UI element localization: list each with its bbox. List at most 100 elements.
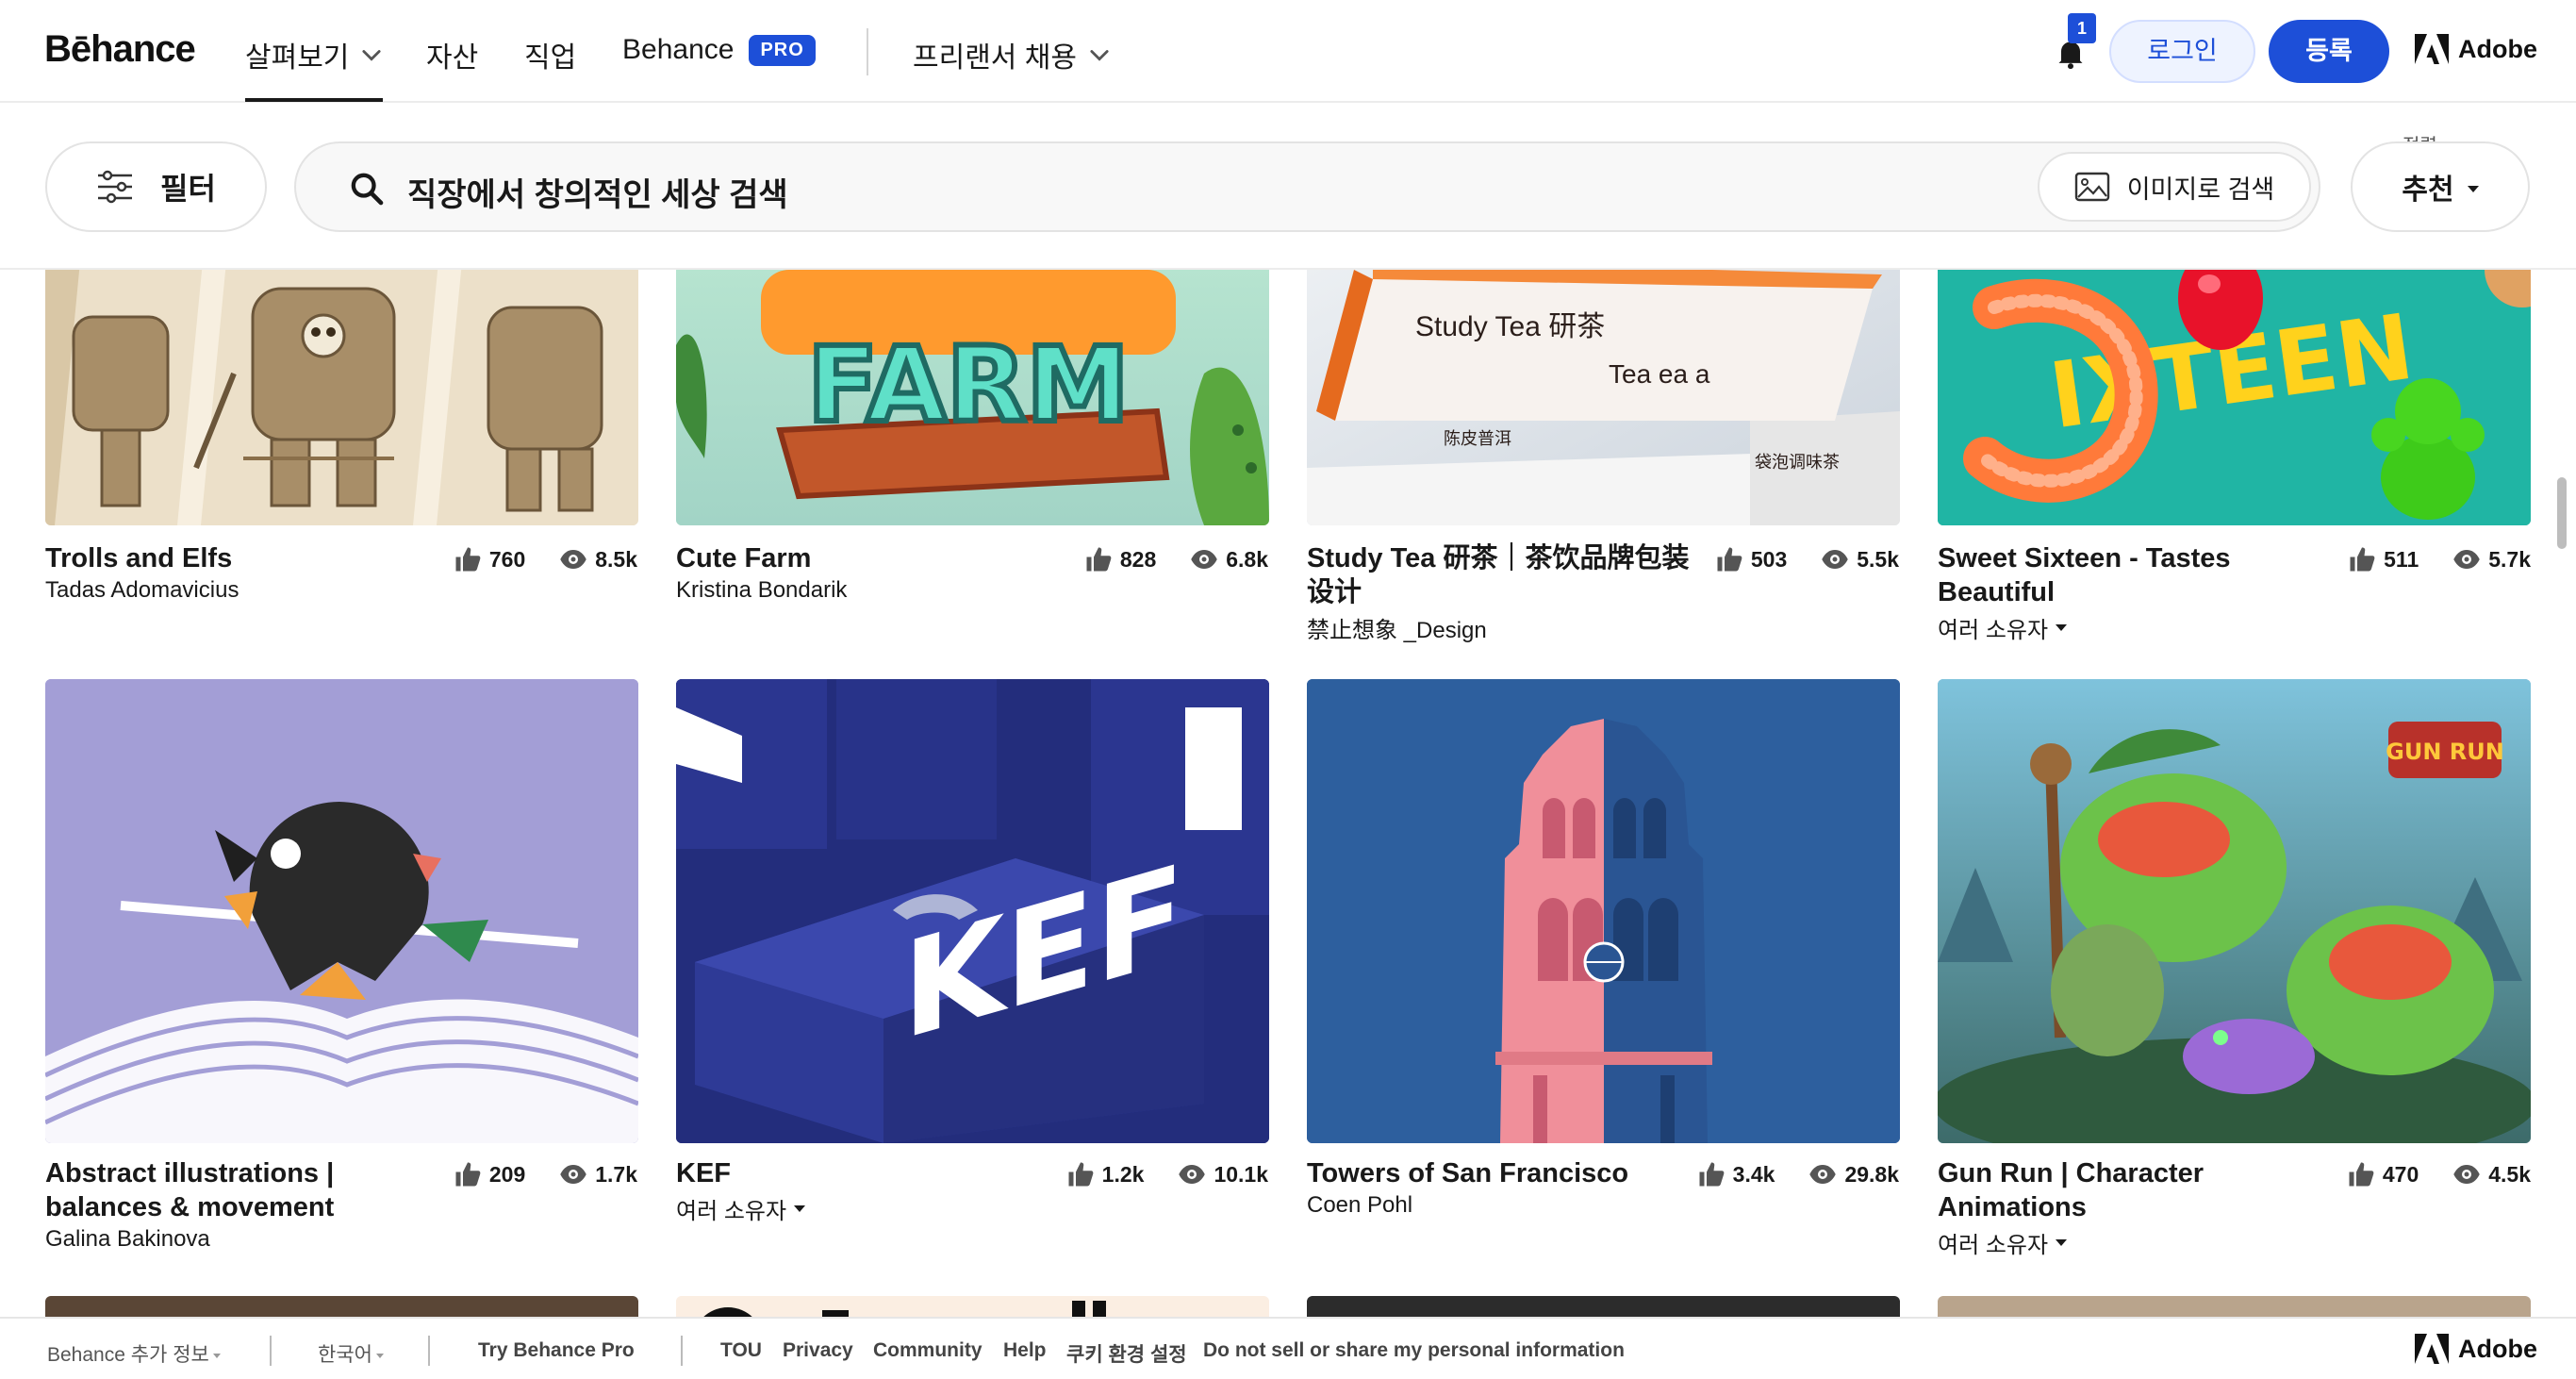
- project-owner[interactable]: Galina Bakinova: [45, 1226, 210, 1253]
- nav-explore-label: 살펴보기: [245, 42, 350, 74]
- project-title[interactable]: Sweet Sixteen - Tastes Beautiful: [1938, 541, 2334, 609]
- footer: Behance 추가 정보 한국어 Try Behance Pro TOU Pr…: [0, 1317, 2576, 1379]
- sort-dropdown[interactable]: 추천: [2351, 141, 2530, 232]
- project-thumbnail[interactable]: KEF: [676, 679, 1269, 1143]
- appreciation-count: 209: [488, 1161, 526, 1187]
- owner-name: 여러 소유자: [1938, 618, 2049, 643]
- footer-community[interactable]: Community: [873, 1339, 983, 1362]
- study-tea-label: Study Tea 研茶: [1415, 311, 1605, 342]
- thumbs-up-icon: [455, 1162, 481, 1187]
- project-gallery: FARM Study Tea 研茶 Tea ea a 陈皮普洱 袋泡调味茶 IX…: [0, 270, 2576, 1317]
- study-tea-artwork: Study Tea 研茶 Tea ea a 陈皮普洱 袋泡调味茶: [1307, 270, 1900, 525]
- sweet-sixteen-artwork: IXTEEN: [1938, 270, 2531, 525]
- footer-help[interactable]: Help: [1003, 1339, 1047, 1362]
- footer-separator: [270, 1336, 272, 1366]
- project-title[interactable]: Trolls and Elfs: [45, 541, 441, 575]
- adobe-logo-icon: [2415, 1334, 2449, 1364]
- project-title[interactable]: Study Tea 研茶｜茶饮品牌包装设计: [1307, 541, 1712, 609]
- towers-of-sf-artwork: [1307, 679, 1900, 1143]
- behance-logo[interactable]: Bēhance: [44, 28, 196, 71]
- view-count: 10.1k: [1214, 1161, 1268, 1187]
- view-count: 1.7k: [595, 1161, 637, 1187]
- top-navigation: Bēhance 살펴보기 자산 직업 Behance PRO 프리랜서 채용 1…: [0, 0, 2576, 103]
- footer-privacy[interactable]: Privacy: [783, 1339, 853, 1362]
- footer-separator: [428, 1336, 430, 1366]
- owner-name: 禁止想象 _Design: [1307, 618, 1487, 643]
- nav-jobs[interactable]: 직업: [524, 34, 576, 75]
- project-thumbnail[interactable]: GUN RUN: [1938, 679, 2531, 1143]
- scrollbar-thumb[interactable]: [2557, 477, 2567, 549]
- nav-assets[interactable]: 자산: [426, 34, 478, 75]
- nav-freelance-label: 프리랜서 채용: [913, 42, 1077, 74]
- project-title[interactable]: Abstract illustrations | balances & move…: [45, 1156, 451, 1224]
- owner-name: Galina Bakinova: [45, 1226, 210, 1252]
- project-stats: 470 4.5k: [2347, 1160, 2531, 1188]
- eye-icon: [560, 1165, 586, 1184]
- project-thumbnail[interactable]: [1938, 1296, 2531, 1317]
- multiple-owners-dropdown[interactable]: 여러 소유자: [1938, 611, 2068, 644]
- owner-name: Kristina Bondarik: [676, 577, 848, 603]
- footer-tou[interactable]: TOU: [720, 1339, 762, 1362]
- eye-icon: [560, 550, 586, 569]
- project-title[interactable]: Cute Farm: [676, 541, 1072, 575]
- notification-badge: 1: [2068, 13, 2096, 43]
- project-owner[interactable]: Coen Pohl: [1307, 1192, 1412, 1219]
- project-owner[interactable]: Tadas Adomavicius: [45, 577, 239, 604]
- chevron-down-icon: [362, 50, 381, 61]
- footer-language[interactable]: 한국어: [318, 1339, 384, 1368]
- nav-behance-label: Behance: [622, 34, 735, 65]
- project-thumbnail[interactable]: FARM: [676, 270, 1269, 525]
- nav-assets-label: 자산: [426, 42, 479, 74]
- footer-language-label: 한국어: [318, 1344, 372, 1366]
- project-thumbnail[interactable]: IXTEEN: [1938, 270, 2531, 525]
- project-thumbnail[interactable]: [45, 1296, 638, 1317]
- nav-divider: [867, 28, 868, 75]
- pro-badge: PRO: [749, 34, 816, 66]
- caret-down-icon: [2467, 185, 2479, 192]
- gun-run-artwork: GUN RUN: [1938, 679, 2531, 1143]
- filter-button[interactable]: 필터: [45, 141, 267, 232]
- view-count: 4.5k: [2488, 1161, 2531, 1187]
- footer-adobe-link[interactable]: Adobe: [2415, 1334, 2537, 1364]
- project-thumbnail[interactable]: Study Tea 研茶 Tea ea a 陈皮普洱 袋泡调味茶: [1307, 270, 1900, 525]
- search-input[interactable]: 직장에서 창의적인 세상 검색 이미지로 검색: [294, 141, 2320, 232]
- project-thumbnail[interactable]: [45, 270, 638, 525]
- multiple-owners-dropdown[interactable]: 여러 소유자: [676, 1192, 806, 1225]
- image-search-button[interactable]: 이미지로 검색: [2038, 152, 2311, 222]
- image-search-label: 이미지로 검색: [2126, 174, 2275, 204]
- footer-more-info[interactable]: Behance 추가 정보: [47, 1339, 221, 1368]
- eye-icon: [1809, 1165, 1837, 1184]
- view-count: 5.7k: [2488, 546, 2531, 572]
- project-thumbnail[interactable]: [1307, 679, 1900, 1143]
- login-button[interactable]: 로그인: [2109, 20, 2255, 83]
- sort-value: 추천: [2402, 174, 2454, 206]
- nav-hire-freelancers[interactable]: 프리랜서 채용: [913, 34, 1113, 75]
- caret-down-icon: [2056, 624, 2068, 631]
- filter-label: 필터: [160, 172, 216, 206]
- footer-cookie-settings[interactable]: 쿠키 환경 설정: [1066, 1339, 1187, 1368]
- appreciation-count: 470: [2382, 1161, 2419, 1187]
- search-placeholder: 직장에서 창의적인 세상 검색: [407, 177, 788, 213]
- nav-behance-pro[interactable]: Behance PRO: [622, 34, 816, 66]
- project-owner[interactable]: Kristina Bondarik: [676, 577, 847, 604]
- project-owner[interactable]: 禁止想象 _Design: [1307, 611, 1487, 644]
- signup-button[interactable]: 등록: [2269, 20, 2389, 83]
- project-thumbnail[interactable]: [1307, 1296, 1900, 1317]
- appreciation-count: 1.2k: [1101, 1161, 1145, 1187]
- view-count: 6.8k: [1226, 546, 1268, 572]
- footer-try-pro[interactable]: Try Behance Pro: [478, 1339, 635, 1362]
- project-title[interactable]: KEF: [676, 1156, 1053, 1190]
- project-thumbnail[interactable]: [676, 1296, 1269, 1317]
- project-title[interactable]: Gun Run | Character Animations: [1938, 1156, 2334, 1224]
- appreciation-count: 503: [1750, 546, 1788, 572]
- footer-do-not-sell[interactable]: Do not sell or share my personal informa…: [1203, 1339, 1625, 1362]
- nav-explore[interactable]: 살펴보기: [245, 34, 385, 75]
- partial-artwork: [676, 1296, 1269, 1317]
- adobe-link[interactable]: Adobe: [2415, 34, 2537, 64]
- multiple-owners-dropdown[interactable]: 여러 소유자: [1938, 1226, 2068, 1259]
- project-thumbnail[interactable]: [45, 679, 638, 1143]
- search-icon: [351, 173, 384, 206]
- project-title[interactable]: Towers of San Francisco: [1307, 1156, 1703, 1190]
- eye-icon: [2453, 1165, 2480, 1184]
- appreciation-count: 828: [1119, 546, 1157, 572]
